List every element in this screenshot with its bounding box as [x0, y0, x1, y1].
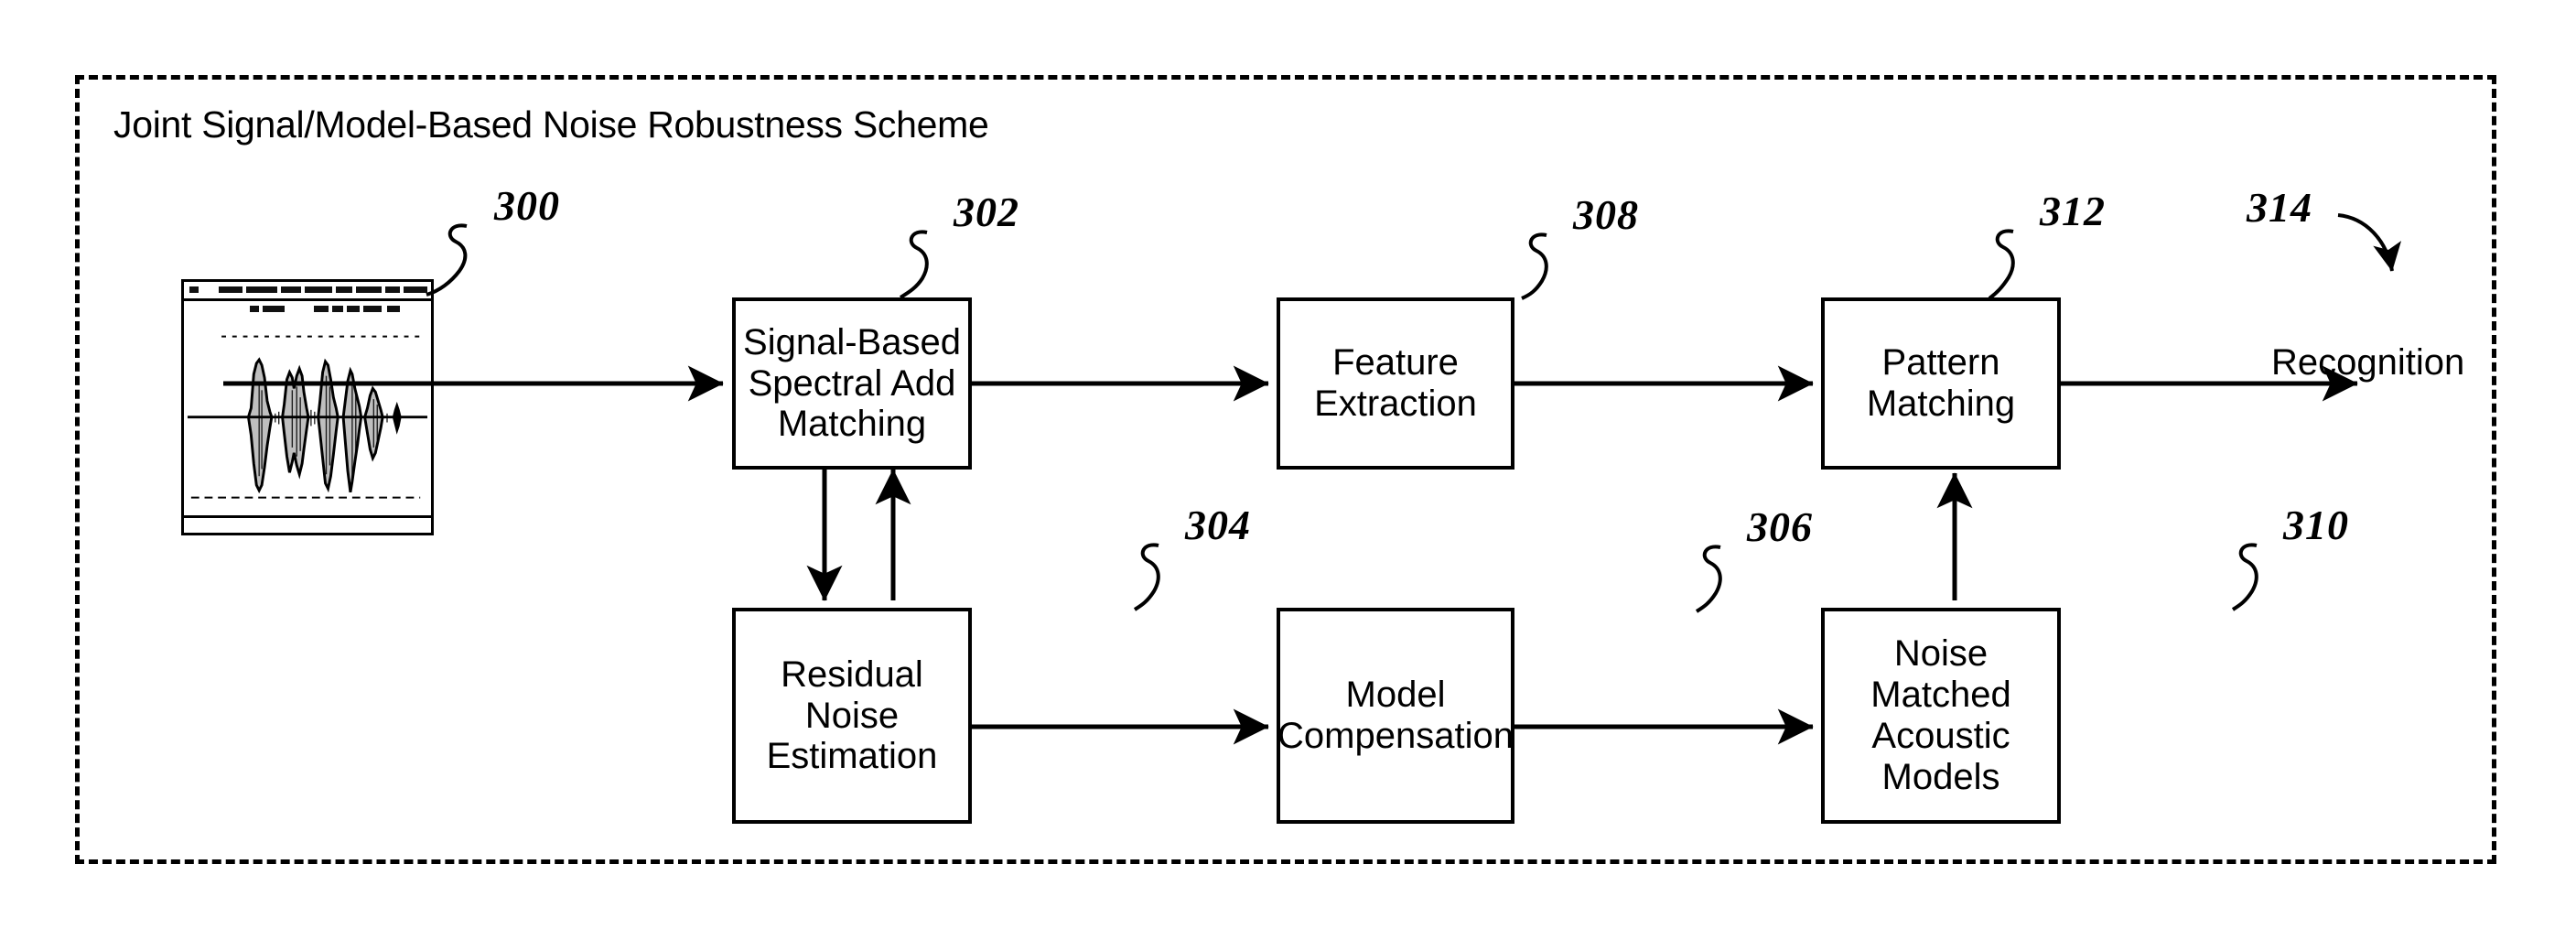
block-residual-noise-estimation[interactable]: Residual Noise Estimation [732, 608, 972, 824]
block-label: Noise Matched Acoustic Models [1870, 633, 2011, 797]
ref-numeral-312: 312 [2040, 188, 2106, 234]
block-label: Model Compensation [1277, 675, 1514, 756]
speech-waveform-screenshot [181, 279, 434, 535]
ref-numeral-300: 300 [494, 182, 560, 229]
block-pattern-matching[interactable]: Pattern Matching [1821, 297, 2061, 470]
block-model-compensation[interactable]: Model Compensation [1277, 608, 1514, 824]
patent-figure-canvas: Joint Signal/Model-Based Noise Robustnes… [0, 0, 2576, 929]
block-label: Signal-Based Spectral Add Matching [743, 321, 961, 445]
block-label: Residual Noise Estimation [766, 654, 938, 777]
ref-numeral-302: 302 [954, 189, 1019, 235]
ref-numeral-306: 306 [1747, 503, 1813, 550]
block-feature-extraction[interactable]: Feature Extraction [1277, 297, 1514, 470]
ref-numeral-310: 310 [2283, 502, 2349, 548]
waveform-window-footer [184, 515, 431, 533]
waveform-window-titlebar [184, 282, 431, 301]
ref-numeral-314: 314 [2247, 184, 2312, 231]
block-signal-based-spectral-add-matching[interactable]: Signal-Based Spectral Add Matching [732, 297, 972, 470]
page-title: Joint Signal/Model-Based Noise Robustnes… [113, 103, 989, 146]
block-label: Pattern Matching [1866, 342, 2016, 424]
block-noise-matched-acoustic-models[interactable]: Noise Matched Acoustic Models [1821, 608, 2061, 824]
waveform-window-toolbar [184, 301, 431, 319]
ref-numeral-308: 308 [1573, 191, 1639, 238]
speech-waveform-plot [187, 335, 428, 499]
block-label: Feature Extraction [1314, 342, 1477, 424]
ref-numeral-304: 304 [1185, 502, 1251, 548]
output-label-recognition: Recognition [2271, 342, 2465, 383]
